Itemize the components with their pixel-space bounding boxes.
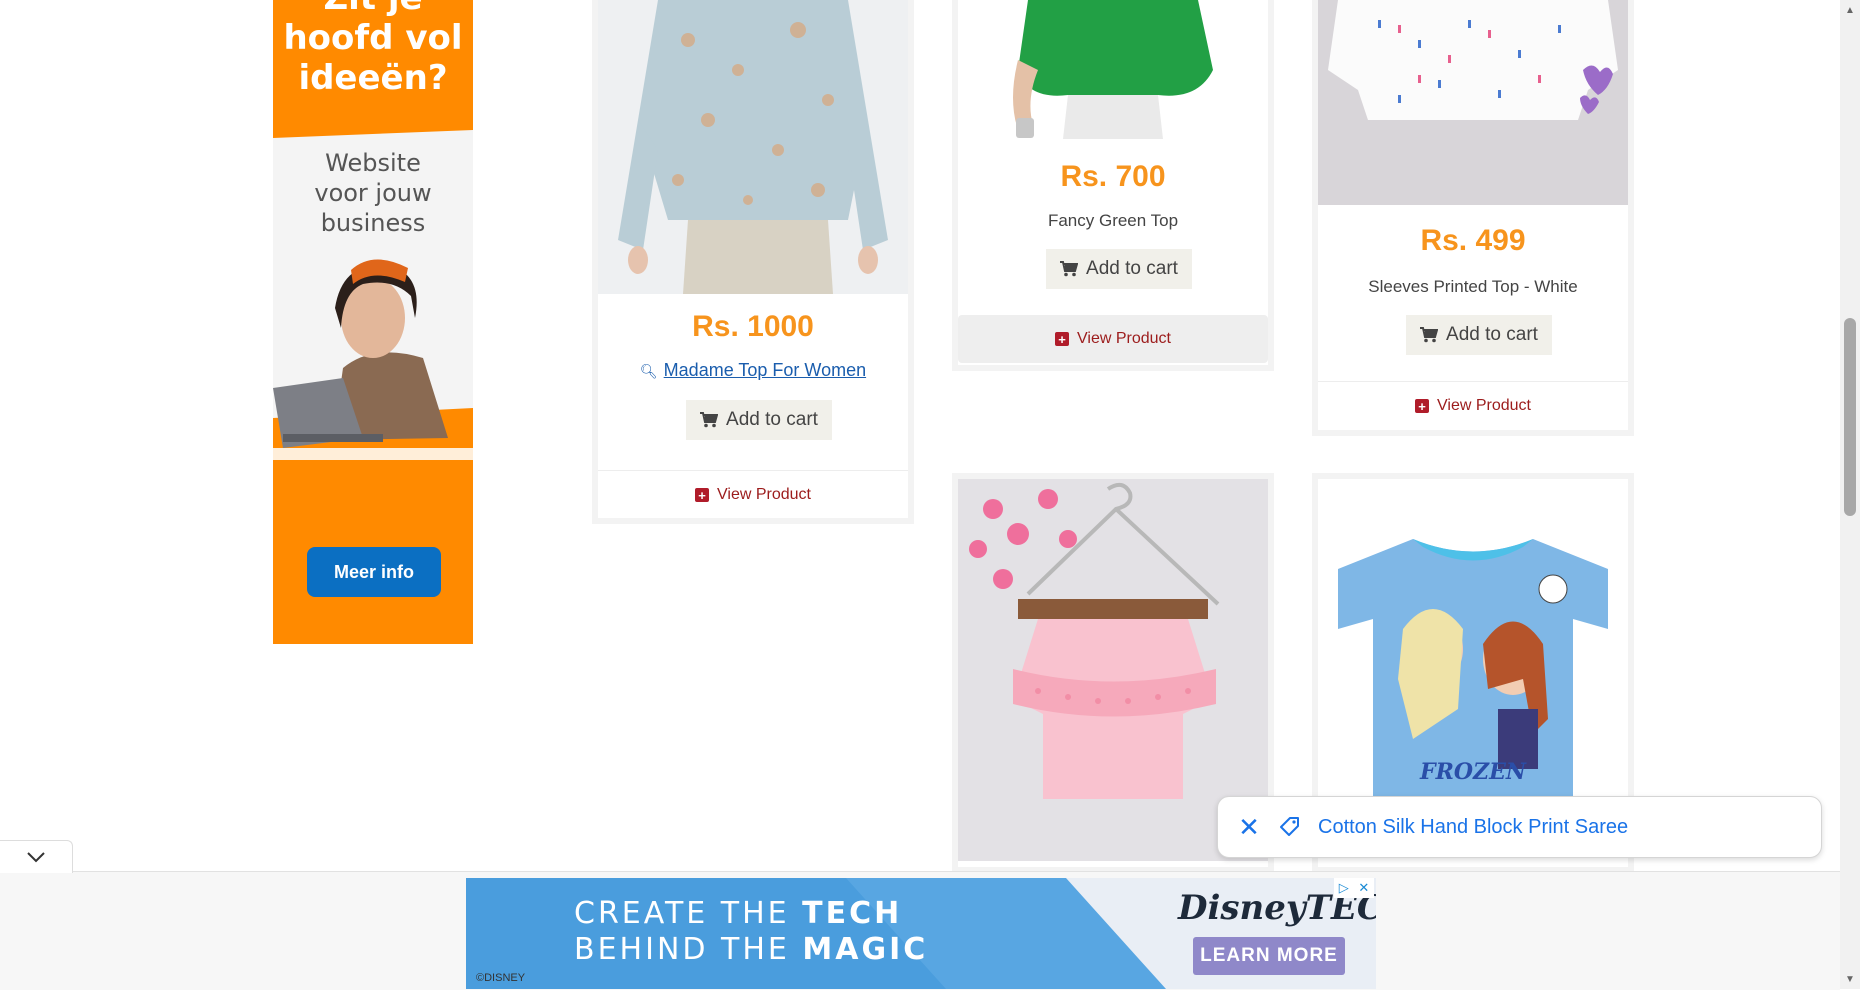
svg-text:FROZEN: FROZEN (1419, 759, 1527, 785)
close-ad-icon[interactable]: ✕ (1358, 880, 1369, 896)
ad-subtext: Website voor jouw business (314, 149, 432, 237)
plus-icon: + (1055, 332, 1069, 346)
suggestion-chip[interactable]: ✕ Cotton Silk Hand Block Print Saree (1217, 796, 1822, 858)
add-to-cart-button[interactable]: Add to cart (1406, 315, 1552, 355)
product-image[interactable] (958, 0, 1268, 139)
banner-copyright: ©DISNEY (476, 972, 526, 984)
product-image[interactable] (1318, 0, 1628, 205)
plus-icon: + (1415, 399, 1429, 413)
product-name: Sleeves Printed Top - White (1368, 277, 1578, 296)
cart-icon (1060, 261, 1079, 277)
collapse-ad-button[interactable] (0, 840, 73, 873)
scroll-up-icon[interactable]: ▲ (1840, 2, 1860, 18)
scrollbar-thumb[interactable] (1844, 318, 1856, 516)
white-top-image (1318, 0, 1628, 205)
search-icon: 🔍︎ (639, 363, 658, 379)
plus-icon: + (695, 488, 709, 502)
add-to-cart-label: Add to cart (1446, 324, 1538, 345)
disney-tech-banner-ad[interactable]: CREATE THE TECH BEHIND THE MAGIC DisneyT… (466, 878, 1376, 989)
suggestion-chip-label[interactable]: Cotton Silk Hand Block Print Saree (1318, 816, 1628, 839)
cart-icon (1420, 327, 1439, 343)
banner-line-1: CREATE THE TECH (574, 896, 903, 931)
cart-icon (700, 412, 719, 428)
side-advertisement[interactable]: Zit je hoofd vol ideeën? Website voor jo… (273, 0, 473, 644)
view-product-link[interactable]: + View Product (958, 315, 1268, 363)
floral-top-image (598, 0, 908, 294)
product-card-green-top: Rs. 700 Fancy Green Top Add to cart + Vi… (952, 0, 1274, 371)
ad-more-info-button[interactable]: Meer info (307, 547, 441, 597)
ad-choices[interactable]: ▷ ✕ (1334, 878, 1374, 898)
product-price: Rs. 1000 (692, 310, 814, 343)
tag-icon (1280, 817, 1299, 836)
add-to-cart-button[interactable]: Add to cart (1046, 249, 1192, 289)
banner-line-2: BEHIND THE MAGIC (574, 932, 929, 967)
product-image[interactable] (598, 0, 908, 294)
product-price: Rs. 700 (1060, 160, 1166, 193)
ad-headline: Zit je hoofd vol ideeën? (283, 0, 463, 98)
view-product-link[interactable]: + View Product (1318, 381, 1628, 430)
product-card-printed-top: Rs. 499 Sleeves Printed Top - White Add … (1312, 0, 1634, 436)
close-icon[interactable]: ✕ (1236, 812, 1262, 843)
add-to-cart-button[interactable]: Add to cart (686, 400, 832, 440)
learn-more-button[interactable]: LEARN MORE (1193, 937, 1345, 975)
product-name: Fancy Green Top (1047, 211, 1179, 230)
product-name-link[interactable]: 🔍︎ Madame Top For Women (598, 360, 908, 381)
green-top-image (958, 0, 1268, 139)
view-product-label: View Product (1077, 330, 1171, 347)
product-price: Rs. 499 (1420, 224, 1526, 257)
scroll-down-icon[interactable]: ▼ (1840, 971, 1860, 987)
product-card-madame-top: Rs. 1000 🔍︎ Madame Top For Women Add to c… (592, 0, 914, 524)
adchoices-icon[interactable]: ▷ (1339, 880, 1349, 896)
view-product-link[interactable]: + View Product (598, 470, 908, 519)
view-product-label: View Product (1437, 397, 1531, 414)
chevron-down-icon (27, 852, 45, 863)
add-to-cart-label: Add to cart (726, 409, 818, 430)
ad-person-illustration (273, 259, 473, 510)
page-scrollbar[interactable]: ▲ ▼ (1840, 0, 1860, 989)
add-to-cart-label: Add to cart (1086, 258, 1178, 279)
view-product-label: View Product (717, 486, 811, 503)
